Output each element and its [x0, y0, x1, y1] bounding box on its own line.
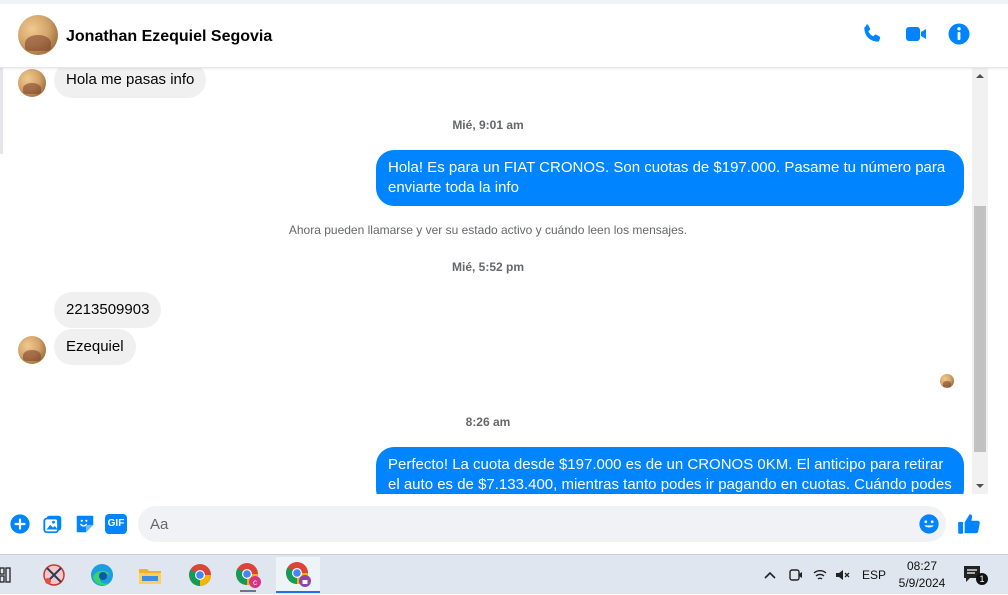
outgoing-message[interactable]: Perfecto! La cuota desde $197.000 es de … [376, 447, 964, 494]
notification-center-icon[interactable]: 1 [962, 564, 988, 586]
timestamp: 8:26 am [465, 415, 511, 429]
system-tray: ESP [762, 555, 896, 595]
gif-icon[interactable]: GIF [105, 514, 127, 534]
incoming-message[interactable]: Ezequiel [54, 329, 136, 365]
clock-date: 5/9/2024 [898, 576, 946, 590]
thumbs-up-icon[interactable] [956, 511, 982, 537]
incoming-message[interactable]: 2213509903 [54, 292, 162, 328]
contact-avatar-small [18, 69, 46, 97]
scroll-thumb[interactable] [974, 206, 986, 452]
plus-circle-icon[interactable] [9, 513, 31, 535]
wifi-icon[interactable] [812, 567, 828, 583]
scroll-up-arrow-icon[interactable] [972, 68, 988, 84]
outgoing-message[interactable]: Hola! Es para un FIAT CRONOS. Son cuotas… [376, 150, 964, 206]
language-indicator[interactable]: ESP [862, 568, 886, 582]
meet-now-icon[interactable] [788, 567, 804, 583]
chat-header: Jonathan Ezequiel Segovia [0, 4, 1008, 68]
video-camera-icon[interactable] [904, 22, 928, 46]
contact-name[interactable]: Jonathan Ezequiel Segovia [66, 28, 272, 46]
phone-icon[interactable] [860, 22, 884, 46]
chrome-profile-c-icon[interactable]: c [226, 557, 270, 593]
volume-muted-icon[interactable] [834, 567, 850, 583]
edge-icon[interactable] [80, 557, 124, 593]
message-input[interactable] [138, 506, 946, 542]
chrome-icon[interactable] [178, 557, 222, 593]
info-icon[interactable] [947, 22, 971, 46]
svg-text:c: c [253, 578, 257, 587]
chrome-profile-active-icon[interactable] [276, 557, 320, 593]
notification-count-badge: 1 [976, 573, 988, 585]
windows-taskbar: c ESP 08:27 5/9/2024 1 [0, 554, 1008, 594]
window-right-edge [988, 68, 1008, 554]
message-list[interactable]: Hola me pasas info Mié, 9:01 am Hola! Es… [0, 68, 972, 494]
chat-scrollbar[interactable] [972, 68, 988, 494]
chevron-up-icon[interactable] [762, 567, 778, 583]
timestamp: Mié, 9:01 am [452, 118, 524, 132]
scroll-down-arrow-icon[interactable] [972, 478, 988, 494]
contact-avatar[interactable] [18, 15, 58, 55]
system-clock[interactable]: 08:27 5/9/2024 [892, 558, 952, 592]
incoming-message[interactable]: Hola me pasas info [54, 68, 207, 98]
timestamp: Mié, 5:52 pm [451, 260, 525, 274]
task-view-icon[interactable] [0, 567, 12, 583]
emoji-icon[interactable] [918, 513, 940, 535]
contact-avatar-small [18, 336, 46, 364]
sticker-icon[interactable] [74, 513, 96, 535]
read-receipt-avatar [940, 374, 954, 388]
photo-icon[interactable] [42, 513, 64, 535]
file-explorer-icon[interactable] [128, 557, 172, 593]
snipping-tool-icon[interactable] [32, 557, 76, 593]
messenger-app: Jonathan Ezequiel Segovia Hola me pasas … [0, 0, 1008, 594]
connection-notice: Ahora pueden llamarse y ver su estado ac… [288, 223, 688, 237]
clock-time: 08:27 [906, 559, 938, 573]
